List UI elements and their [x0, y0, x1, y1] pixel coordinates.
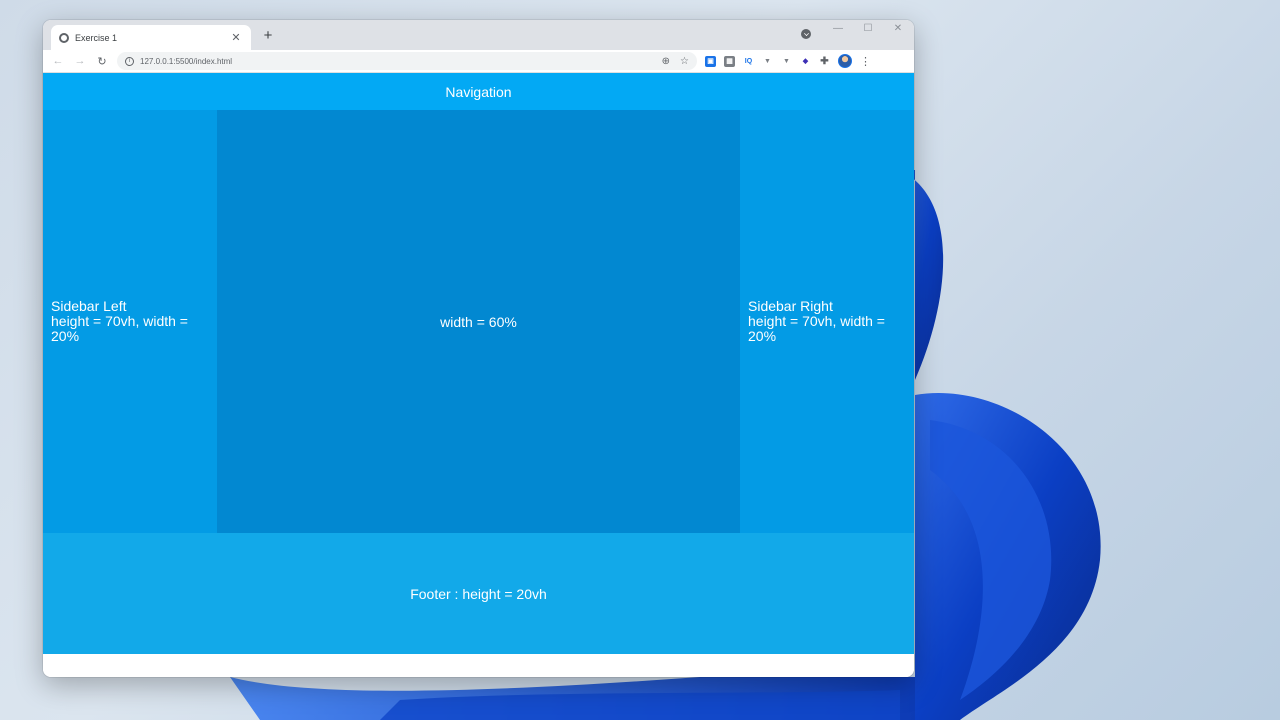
new-tab-button[interactable]: + — [259, 27, 277, 44]
profile-avatar[interactable] — [838, 54, 852, 68]
info-icon[interactable]: i — [125, 56, 134, 66]
close-window-icon[interactable]: ✕ — [888, 23, 908, 34]
tab-exercise-1[interactable]: Exercise 1 ✕ — [51, 25, 251, 50]
maximize-icon[interactable]: ☐ — [858, 23, 878, 34]
web-page: Navigation Sidebar Left height = 70vh, w… — [43, 73, 914, 677]
extension-1-icon[interactable]: ▣ — [705, 55, 716, 67]
back-arrow-icon[interactable]: ← — [51, 55, 65, 67]
main-content: width = 60% — [217, 110, 740, 533]
forward-arrow-icon[interactable]: → — [73, 55, 87, 67]
navigation-bar: Navigation — [43, 73, 914, 110]
kebab-menu-icon[interactable]: ⋮ — [860, 55, 871, 68]
extension-5-icon[interactable]: ▼ — [781, 55, 792, 67]
main-text: width = 60% — [440, 313, 517, 330]
reload-icon[interactable]: ↻ — [95, 55, 109, 68]
address-bar[interactable]: i 127.0.0.1:5500/index.html ⊕ ☆ — [117, 52, 697, 70]
sidebar-left-desc: height = 70vh, width = 20% — [51, 313, 188, 344]
tab-search-icon[interactable] — [801, 29, 811, 39]
sidebar-right: Sidebar Right height = 70vh, width = 20% — [740, 110, 914, 533]
extension-2-icon[interactable]: ▦ — [724, 55, 735, 67]
content-row: Sidebar Left height = 70vh, width = 20% … — [43, 110, 914, 533]
tab-strip: Exercise 1 ✕ + — ☐ ✕ — [43, 20, 914, 50]
sidebar-left-title: Sidebar Left — [51, 298, 127, 314]
globe-icon — [59, 32, 69, 43]
extension-4-icon[interactable]: ▼ — [762, 55, 773, 67]
sidebar-right-desc: height = 70vh, width = 20% — [748, 313, 885, 344]
zoom-icon[interactable]: ⊕ — [662, 56, 670, 67]
puzzle-icon[interactable]: ✚ — [819, 55, 830, 67]
close-tab-icon[interactable]: ✕ — [229, 31, 243, 44]
browser-toolbar: ← → ↻ i 127.0.0.1:5500/index.html ⊕ ☆ ▣ … — [43, 50, 914, 73]
sidebar-left: Sidebar Left height = 70vh, width = 20% — [43, 110, 217, 533]
url-text[interactable]: 127.0.0.1:5500/index.html — [140, 57, 656, 66]
footer-text: Footer : height = 20vh — [410, 585, 547, 602]
browser-window: Exercise 1 ✕ + — ☐ ✕ ← → ↻ i 127.0.0.1:5… — [43, 20, 914, 677]
tab-title: Exercise 1 — [75, 32, 118, 43]
star-icon[interactable]: ☆ — [680, 56, 689, 67]
extension-6-icon[interactable]: ◆ — [800, 55, 811, 67]
footer: Footer : height = 20vh — [43, 533, 914, 654]
extension-3-icon[interactable]: IQ — [743, 55, 754, 67]
sidebar-right-title: Sidebar Right — [748, 298, 833, 314]
minimize-icon[interactable]: — — [828, 23, 848, 34]
